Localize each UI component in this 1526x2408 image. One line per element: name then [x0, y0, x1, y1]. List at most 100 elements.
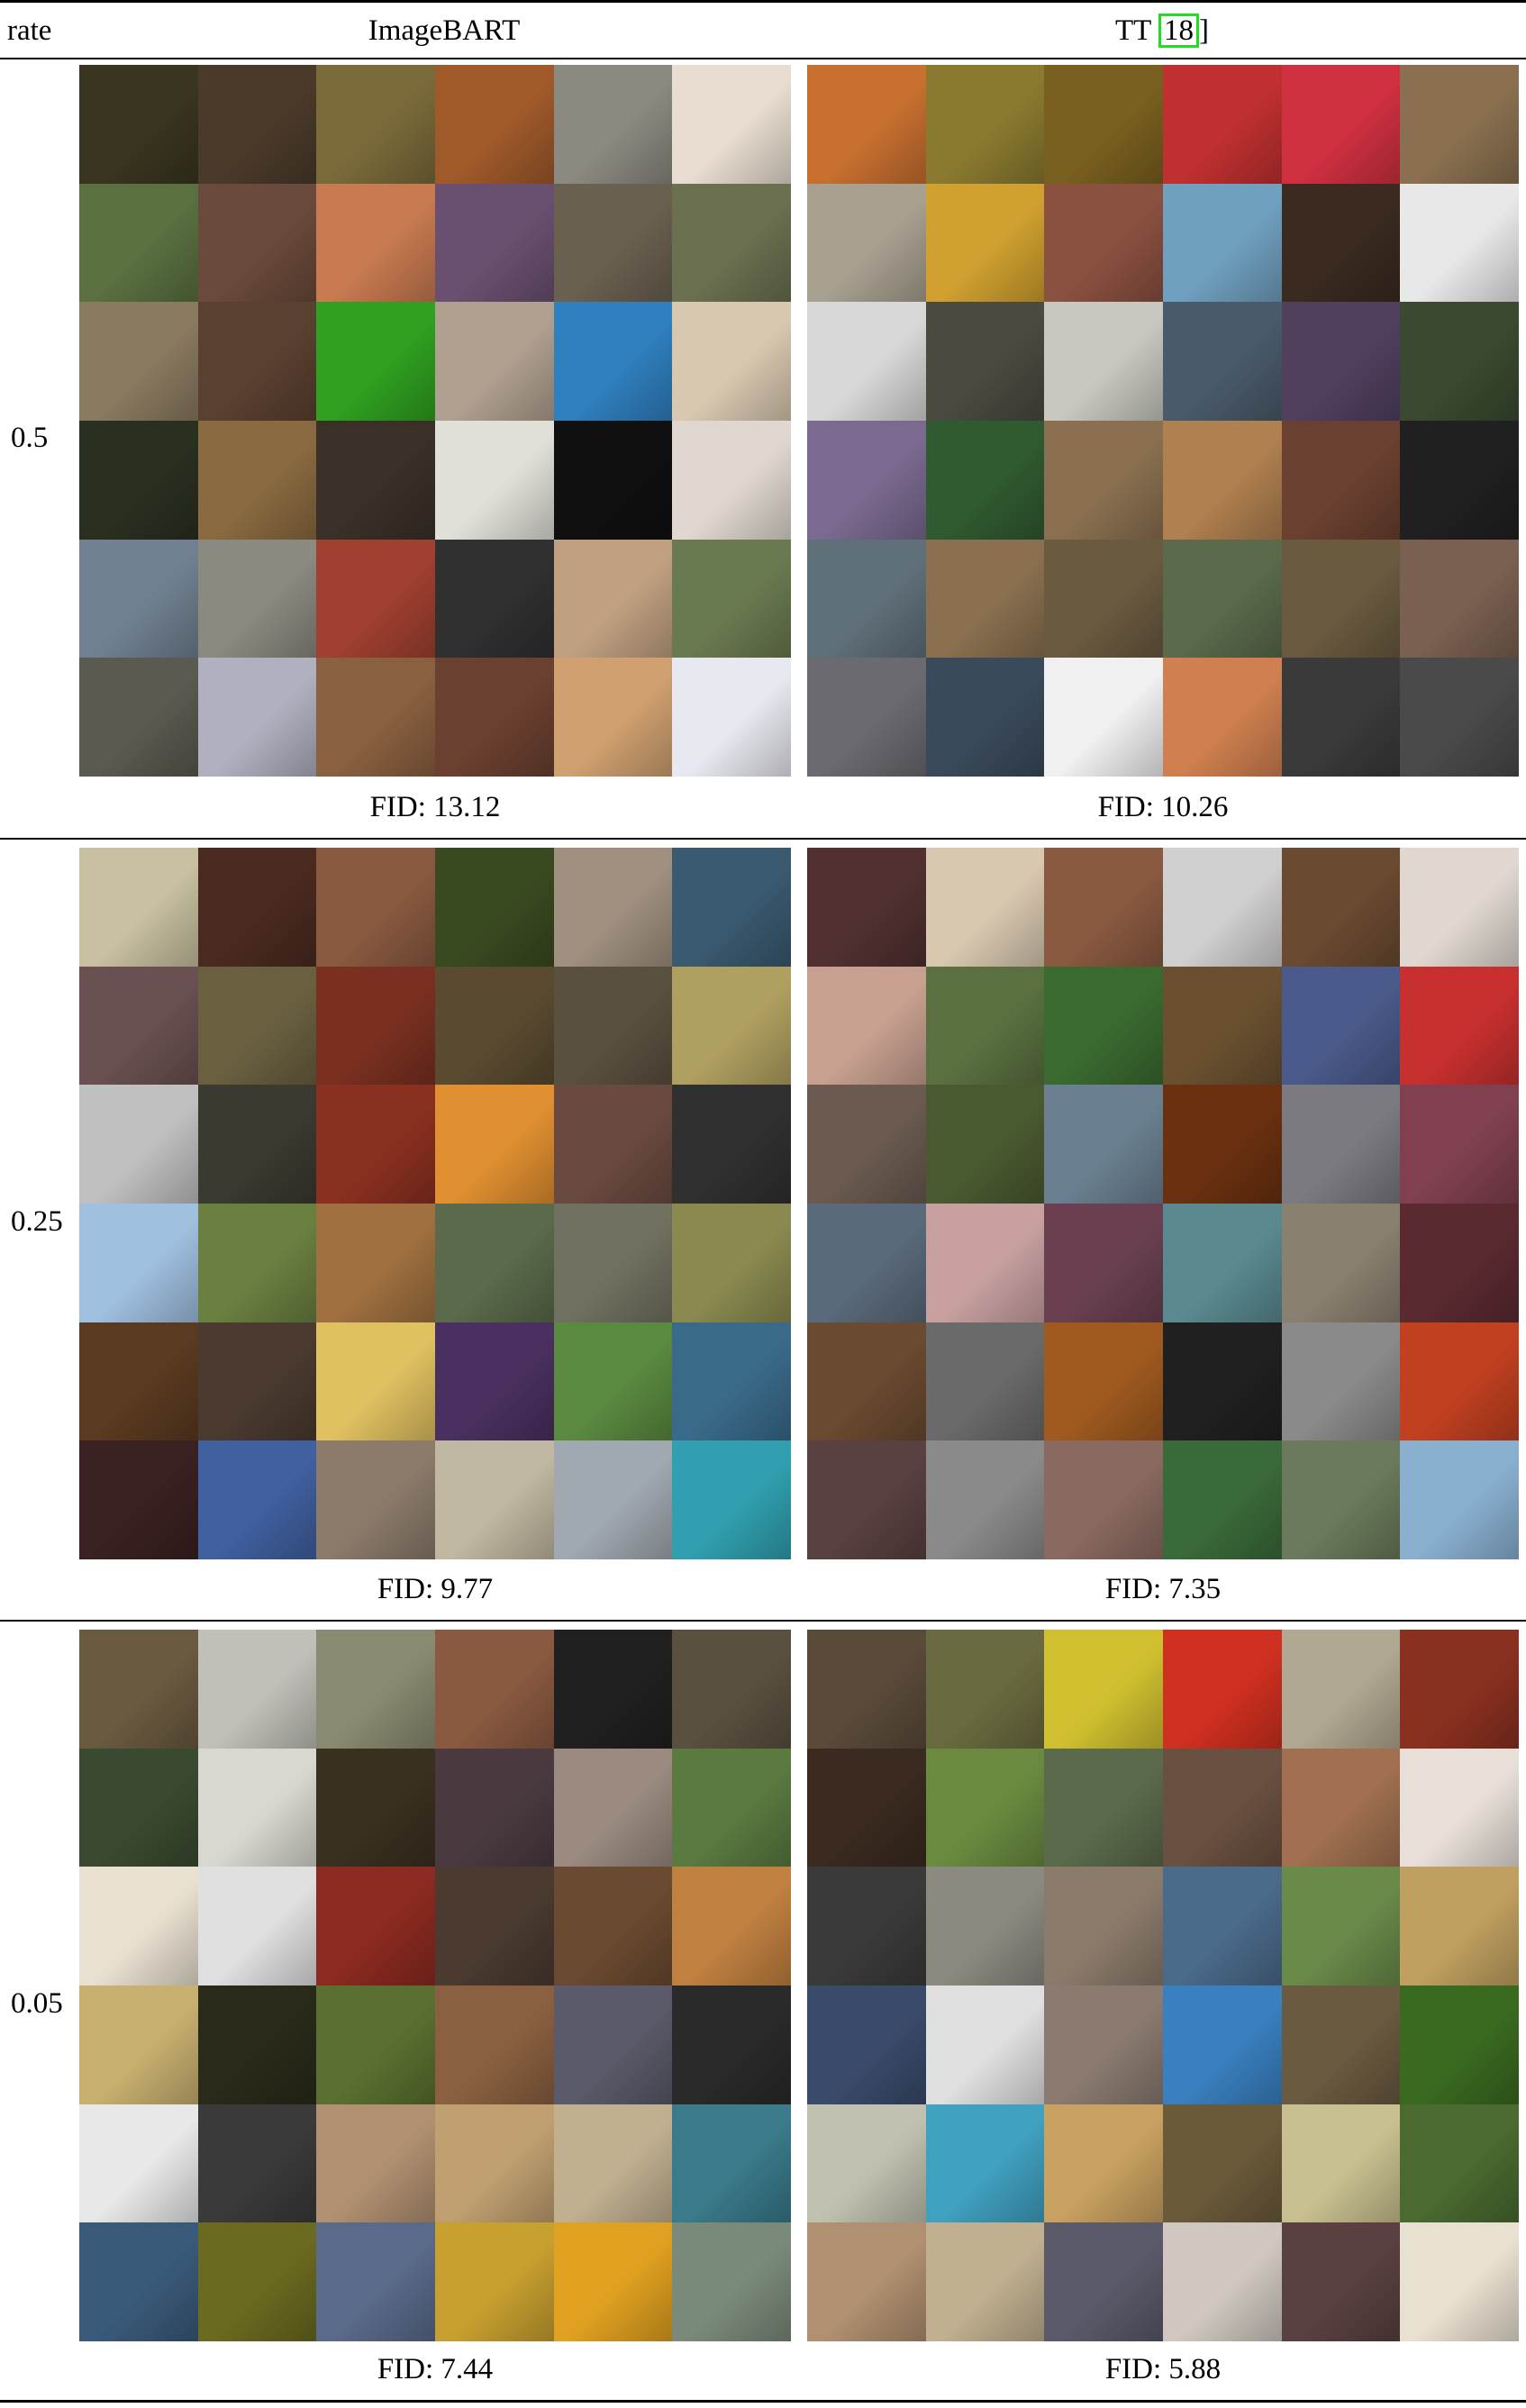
image-grid-imagebart-0.25 [79, 848, 791, 1559]
sample-image-imagebart-0.25-3 [316, 848, 435, 967]
sample-image-imagebart-0.5-21 [316, 421, 435, 540]
sample-image-imagebart-0.25-32 [197, 1440, 317, 1559]
sample-image-tt-0.25-7 [807, 966, 926, 1086]
sample-image-imagebart-0.5-20 [197, 421, 317, 540]
header-rule [0, 58, 1526, 59]
sample-image-tt-0.05-28 [1163, 2104, 1282, 2223]
sample-image-imagebart-0.05-6 [672, 1630, 791, 1749]
sample-image-imagebart-0.25-35 [553, 1440, 673, 1559]
sample-image-imagebart-0.5-27 [316, 539, 435, 659]
sample-image-tt-0.25-14 [925, 1085, 1045, 1204]
sample-image-tt-0.05-29 [1281, 2104, 1401, 2223]
sample-image-tt-0.25-32 [925, 1440, 1045, 1559]
sample-image-imagebart-0.5-3 [316, 65, 435, 184]
sample-image-tt-0.05-24 [1400, 1985, 1519, 2104]
sample-image-tt-0.05-13 [807, 1867, 926, 1985]
sample-image-imagebart-0.25-24 [672, 1204, 791, 1322]
image-grid-tt-0.05 [807, 1630, 1519, 2341]
sample-image-imagebart-0.5-26 [197, 539, 317, 659]
sample-image-imagebart-0.05-18 [672, 1867, 791, 1985]
sample-image-tt-0.05-7 [807, 1748, 926, 1867]
sample-image-imagebart-0.5-23 [553, 421, 673, 540]
sample-image-imagebart-0.5-15 [316, 302, 435, 421]
sample-image-tt-0.5-2 [925, 65, 1045, 184]
sample-image-imagebart-0.25-36 [672, 1440, 791, 1559]
sample-image-tt-0.5-27 [1044, 539, 1163, 659]
image-grid-tt-0.25 [807, 848, 1519, 1559]
sample-image-imagebart-0.25-33 [316, 1440, 435, 1559]
sample-image-imagebart-0.5-5 [553, 65, 673, 184]
sample-image-imagebart-0.5-11 [553, 183, 673, 303]
sample-image-tt-0.5-1 [807, 65, 926, 184]
sample-image-imagebart-0.05-11 [553, 1748, 673, 1867]
sample-image-imagebart-0.25-8 [197, 966, 317, 1086]
sample-image-imagebart-0.05-36 [672, 2222, 791, 2341]
image-grid-imagebart-0.5 [79, 65, 791, 777]
sample-image-imagebart-0.05-26 [197, 2104, 317, 2223]
sample-image-tt-0.05-35 [1281, 2222, 1401, 2341]
sample-image-tt-0.25-34 [1163, 1440, 1282, 1559]
sample-image-imagebart-0.5-18 [672, 302, 791, 421]
sample-image-imagebart-0.5-13 [79, 302, 198, 421]
sample-image-imagebart-0.5-34 [435, 658, 554, 777]
sample-image-imagebart-0.5-6 [672, 65, 791, 184]
sample-image-tt-0.25-20 [925, 1204, 1045, 1322]
sample-image-tt-0.05-34 [1163, 2222, 1282, 2341]
sample-image-tt-0.5-8 [925, 183, 1045, 303]
sample-image-imagebart-0.5-32 [197, 658, 317, 777]
sample-image-tt-0.25-29 [1281, 1322, 1401, 1441]
sample-image-tt-0.05-10 [1163, 1748, 1282, 1867]
sample-image-tt-0.5-6 [1400, 65, 1519, 184]
header-imagebart: ImageBART [368, 14, 521, 47]
sample-image-tt-0.25-27 [1044, 1322, 1163, 1441]
sample-image-imagebart-0.05-15 [316, 1867, 435, 1985]
sample-image-imagebart-0.25-9 [316, 966, 435, 1086]
sample-image-imagebart-0.5-2 [197, 65, 317, 184]
sample-image-tt-0.25-22 [1163, 1204, 1282, 1322]
sample-image-tt-0.5-5 [1281, 65, 1401, 184]
sample-image-tt-0.5-23 [1281, 421, 1401, 540]
sample-image-imagebart-0.05-9 [316, 1748, 435, 1867]
sample-image-imagebart-0.05-3 [316, 1630, 435, 1749]
sample-image-imagebart-0.05-13 [79, 1867, 198, 1985]
sample-image-tt-0.25-1 [807, 848, 926, 967]
sample-image-tt-0.25-15 [1044, 1085, 1163, 1204]
sample-image-imagebart-0.05-25 [79, 2104, 198, 2223]
sample-image-imagebart-0.5-24 [672, 421, 791, 540]
fid-imagebart-0.25: FID: 9.77 [377, 1573, 494, 1605]
sample-image-tt-0.05-26 [925, 2104, 1045, 2223]
sample-image-tt-0.5-26 [925, 539, 1045, 659]
citation-link[interactable]: 18 [1158, 14, 1199, 48]
header-tt-prefix: TT [1115, 14, 1158, 47]
sample-image-tt-0.5-29 [1281, 539, 1401, 659]
sample-image-tt-0.5-34 [1163, 658, 1282, 777]
sample-image-tt-0.25-6 [1400, 848, 1519, 967]
sample-image-imagebart-0.25-22 [435, 1204, 554, 1322]
sample-image-tt-0.5-25 [807, 539, 926, 659]
sample-image-tt-0.05-3 [1044, 1630, 1163, 1749]
sample-image-imagebart-0.25-11 [553, 966, 673, 1086]
sample-image-imagebart-0.05-30 [672, 2104, 791, 2223]
sample-image-tt-0.5-20 [925, 421, 1045, 540]
sample-image-tt-0.05-15 [1044, 1867, 1163, 1985]
sample-image-imagebart-0.25-7 [79, 966, 198, 1086]
sample-image-tt-0.05-11 [1281, 1748, 1401, 1867]
sample-image-tt-0.25-18 [1400, 1085, 1519, 1204]
sample-image-tt-0.25-24 [1400, 1204, 1519, 1322]
sample-image-imagebart-0.25-20 [197, 1204, 317, 1322]
sample-image-imagebart-0.25-19 [79, 1204, 198, 1322]
sample-image-tt-0.05-33 [1044, 2222, 1163, 2341]
sample-image-imagebart-0.25-15 [316, 1085, 435, 1204]
sample-image-tt-0.25-30 [1400, 1322, 1519, 1441]
sample-image-tt-0.05-14 [925, 1867, 1045, 1985]
sample-image-imagebart-0.05-24 [672, 1985, 791, 2104]
sample-image-tt-0.5-36 [1400, 658, 1519, 777]
sample-image-tt-0.5-10 [1163, 183, 1282, 303]
sample-image-imagebart-0.5-29 [553, 539, 673, 659]
sample-image-imagebart-0.05-22 [435, 1985, 554, 2104]
top-rule [0, 0, 1526, 3]
sample-image-tt-0.5-4 [1163, 65, 1282, 184]
sample-image-imagebart-0.5-35 [553, 658, 673, 777]
sample-image-tt-0.25-25 [807, 1322, 926, 1441]
sample-image-imagebart-0.5-10 [435, 183, 554, 303]
